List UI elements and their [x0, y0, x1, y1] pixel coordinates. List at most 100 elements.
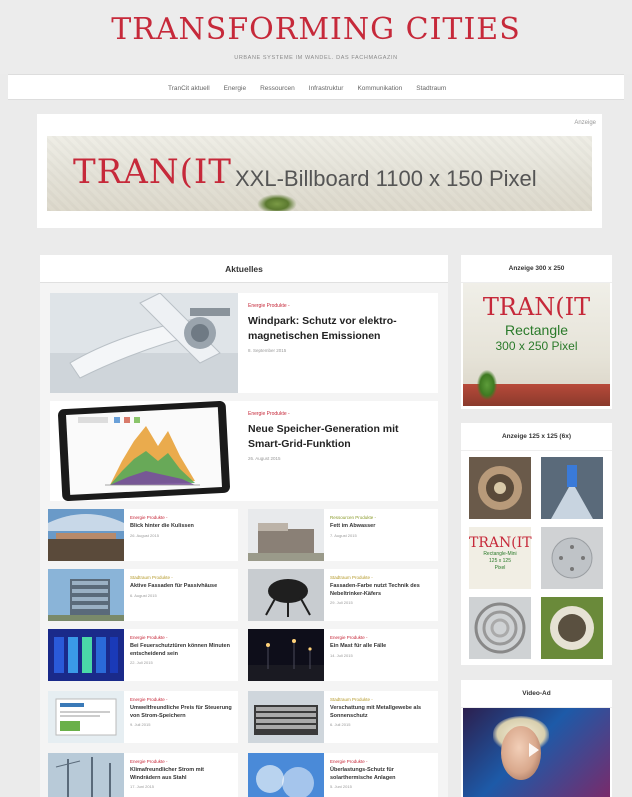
- ad-heading: Anzeige 300 x 250: [461, 255, 612, 283]
- news-column: Aktuelles Energie Produkte - Windpark: S…: [40, 255, 448, 797]
- article-date: 7. August 2015: [330, 532, 357, 538]
- sidebar-video-ad: Video-Ad: [461, 680, 612, 797]
- nav-item-trancit-aktuell[interactable]: TranCit aktuell: [168, 85, 210, 92]
- article-category[interactable]: Energie Produkte -: [130, 515, 234, 520]
- featured-article[interactable]: Energie Produkte - Neue Speicher-Generat…: [50, 401, 438, 501]
- article-category[interactable]: Stadtraum Produkte -: [330, 575, 434, 580]
- site-logo[interactable]: TRANSFORMING CITIES: [0, 12, 632, 47]
- article-thumbnail[interactable]: [248, 753, 324, 797]
- article-title[interactable]: Klimafreundlicher Strom mit Windrädern a…: [130, 767, 234, 782]
- article-date: 29. Juli 2015: [330, 600, 353, 605]
- article-thumbnail[interactable]: [248, 691, 324, 743]
- article-date: 22. Juli 2015: [130, 660, 153, 665]
- article-category[interactable]: Energie Produkte -: [248, 303, 433, 309]
- ad-tile-image[interactable]: [469, 597, 531, 659]
- article-thumbnail[interactable]: [48, 753, 124, 797]
- article-category[interactable]: Energie Produkte -: [130, 635, 234, 640]
- article-thumbnail[interactable]: [248, 629, 324, 681]
- article-date: 6. August 2015: [130, 592, 157, 598]
- article-title[interactable]: Bei Feuerschutztüren können Minuten ents…: [130, 643, 234, 658]
- article-card[interactable]: Ressourcen Produkte - Fett im Abwasser 7…: [248, 509, 438, 561]
- main-nav: TranCit aktuell Energie Ressourcen Infra…: [8, 74, 624, 100]
- ad-heading: Anzeige 125 x 125 (6x): [461, 423, 612, 451]
- article-card[interactable]: Stadtraum Produkte - Aktive Fassaden für…: [48, 569, 238, 621]
- ad-heading: Video-Ad: [461, 680, 612, 708]
- article-card[interactable]: Energie Produkte - Umweltfreundliche Pre…: [48, 691, 238, 743]
- ad-text-line: 300 x 250 Pixel: [495, 339, 578, 353]
- billboard-ad[interactable]: TRAN(IT XXL-Billboard 1100 x 150 Pixel: [47, 136, 592, 211]
- ad-text-line: Rectangle: [504, 322, 569, 338]
- article-title[interactable]: Fassaden-Farbe nutzt Technik des Nebeltr…: [330, 583, 434, 598]
- article-thumbnail[interactable]: [48, 691, 124, 743]
- article-category[interactable]: Ressourcen Produkte -: [330, 515, 434, 520]
- ad-text-line: Pixel: [494, 565, 506, 571]
- article-date: 14. Juli 2015: [330, 652, 353, 658]
- nav-item-energie[interactable]: Energie: [224, 85, 246, 92]
- article-category[interactable]: Energie Produkte -: [130, 697, 234, 702]
- article-title[interactable]: Umweltfreundliche Preis für Steuerung vo…: [130, 705, 234, 720]
- article-title[interactable]: Fett im Abwasser: [330, 523, 434, 531]
- article-date: 5. Juni 2015: [330, 784, 352, 789]
- article-category[interactable]: Stadtraum Produkte -: [130, 575, 234, 580]
- article-thumbnail[interactable]: [248, 509, 324, 561]
- ad-tile-image[interactable]: [541, 597, 603, 659]
- article-category[interactable]: Stadtraum Produkte -: [330, 697, 434, 702]
- nav-item-ressourcen[interactable]: Ressourcen: [260, 85, 295, 92]
- site-tagline: URBANE SYSTEME IM WANDEL. DAS FACHMAGAZI…: [234, 55, 398, 61]
- article-category[interactable]: Energie Produkte -: [330, 759, 434, 764]
- ad-text-line: Rectangle-Mini: [483, 551, 517, 557]
- article-card[interactable]: Stadtraum Produkte - Fassaden-Farbe nutz…: [248, 569, 438, 621]
- article-category[interactable]: Energie Produkte -: [130, 759, 234, 764]
- nav-item-kommunikation[interactable]: Kommunikation: [357, 85, 402, 92]
- plant-graphic: [477, 370, 497, 400]
- article-thumbnail[interactable]: [48, 509, 124, 561]
- article-card[interactable]: Energie Produkte - Blick hinter die Kuli…: [48, 509, 238, 561]
- article-card[interactable]: Energie Produkte - Klimafreundlicher Str…: [48, 753, 238, 797]
- ad-tile-image[interactable]: [469, 457, 531, 519]
- sidebar-rectangle-ad: Anzeige 300 x 250 TRAN(IT Rectangle 300 …: [461, 255, 612, 409]
- article-title[interactable]: Blick hinter die Kulissen: [130, 523, 234, 531]
- article-category[interactable]: Energie Produkte -: [330, 635, 434, 640]
- article-title[interactable]: Neue Speicher-Generation mit Smart-Grid-…: [248, 422, 433, 452]
- article-title[interactable]: Überlastungs-Schutz für solarthermische …: [330, 767, 434, 782]
- article-thumbnail[interactable]: [48, 629, 124, 681]
- tablet-chart-image[interactable]: [50, 401, 238, 501]
- article-date: 26. August 2015: [248, 456, 281, 461]
- article-category[interactable]: Energie Produkte -: [248, 411, 433, 417]
- article-date: 26. August 2015: [130, 532, 159, 538]
- article-title[interactable]: Ein Mast für alle Fälle: [330, 643, 434, 651]
- article-thumbnail[interactable]: [248, 569, 324, 621]
- ad-label: Anzeige: [574, 120, 596, 126]
- wind-turbine-image[interactable]: [50, 293, 238, 393]
- nav-item-stadtraum[interactable]: Stadtraum: [416, 85, 446, 92]
- ad-tile-image[interactable]: [541, 527, 603, 589]
- site-header: TRANSFORMING CITIES URBANE SYSTEME IM WA…: [0, 0, 632, 74]
- article-title[interactable]: Aktive Fassaden für Passivhäuse: [130, 583, 234, 591]
- article-title[interactable]: Windpark: Schutz vor elektro-magnetische…: [248, 314, 433, 344]
- article-thumbnail[interactable]: [48, 569, 124, 621]
- article-title[interactable]: Verschattung mit Metallgewebe als Sonnen…: [330, 705, 434, 720]
- featured-article[interactable]: Energie Produkte - Windpark: Schutz vor …: [50, 293, 438, 393]
- billboard-ad-container: Anzeige TRAN(IT XXL-Billboard 1100 x 150…: [37, 114, 602, 228]
- article-card[interactable]: Stadtraum Produkte - Verschattung mit Me…: [248, 691, 438, 743]
- plant-graphic: [257, 194, 297, 211]
- article-date: 6. Juli 2015: [330, 722, 351, 727]
- ad-brand: TRAN(IT: [469, 535, 532, 551]
- mini-rectangle-ad[interactable]: TRAN(IT Rectangle-Mini 125 x 125 Pixel: [469, 527, 532, 589]
- play-icon[interactable]: [529, 743, 539, 757]
- ad-brand: TRAN(IT: [482, 293, 591, 321]
- article-card[interactable]: Energie Produkte - Ein Mast für alle Fäl…: [248, 629, 438, 681]
- nav-item-infrastruktur[interactable]: Infrastruktur: [309, 85, 344, 92]
- sidebar-tile-ads: Anzeige 125 x 125 (6x) TRAN(IT Rectangle…: [461, 423, 612, 665]
- video-player[interactable]: [463, 708, 610, 797]
- article-date: 17. Juni 2015: [130, 784, 155, 789]
- article-card[interactable]: Energie Produkte - Bei Feuerschutztüren …: [48, 629, 238, 681]
- article-card[interactable]: Energie Produkte - Überlastungs-Schutz f…: [248, 753, 438, 797]
- section-title: Aktuelles: [40, 255, 448, 283]
- billboard-brand: TRAN(IT: [73, 152, 232, 192]
- ad-text-line: 125 x 125: [489, 558, 511, 564]
- article-date: 8. September 2015: [248, 348, 287, 353]
- rectangle-ad[interactable]: TRAN(IT Rectangle 300 x 250 Pixel: [463, 283, 610, 406]
- billboard-text: XXL-Billboard 1100 x 150 Pixel: [235, 166, 537, 191]
- ad-tile-image[interactable]: [541, 457, 603, 519]
